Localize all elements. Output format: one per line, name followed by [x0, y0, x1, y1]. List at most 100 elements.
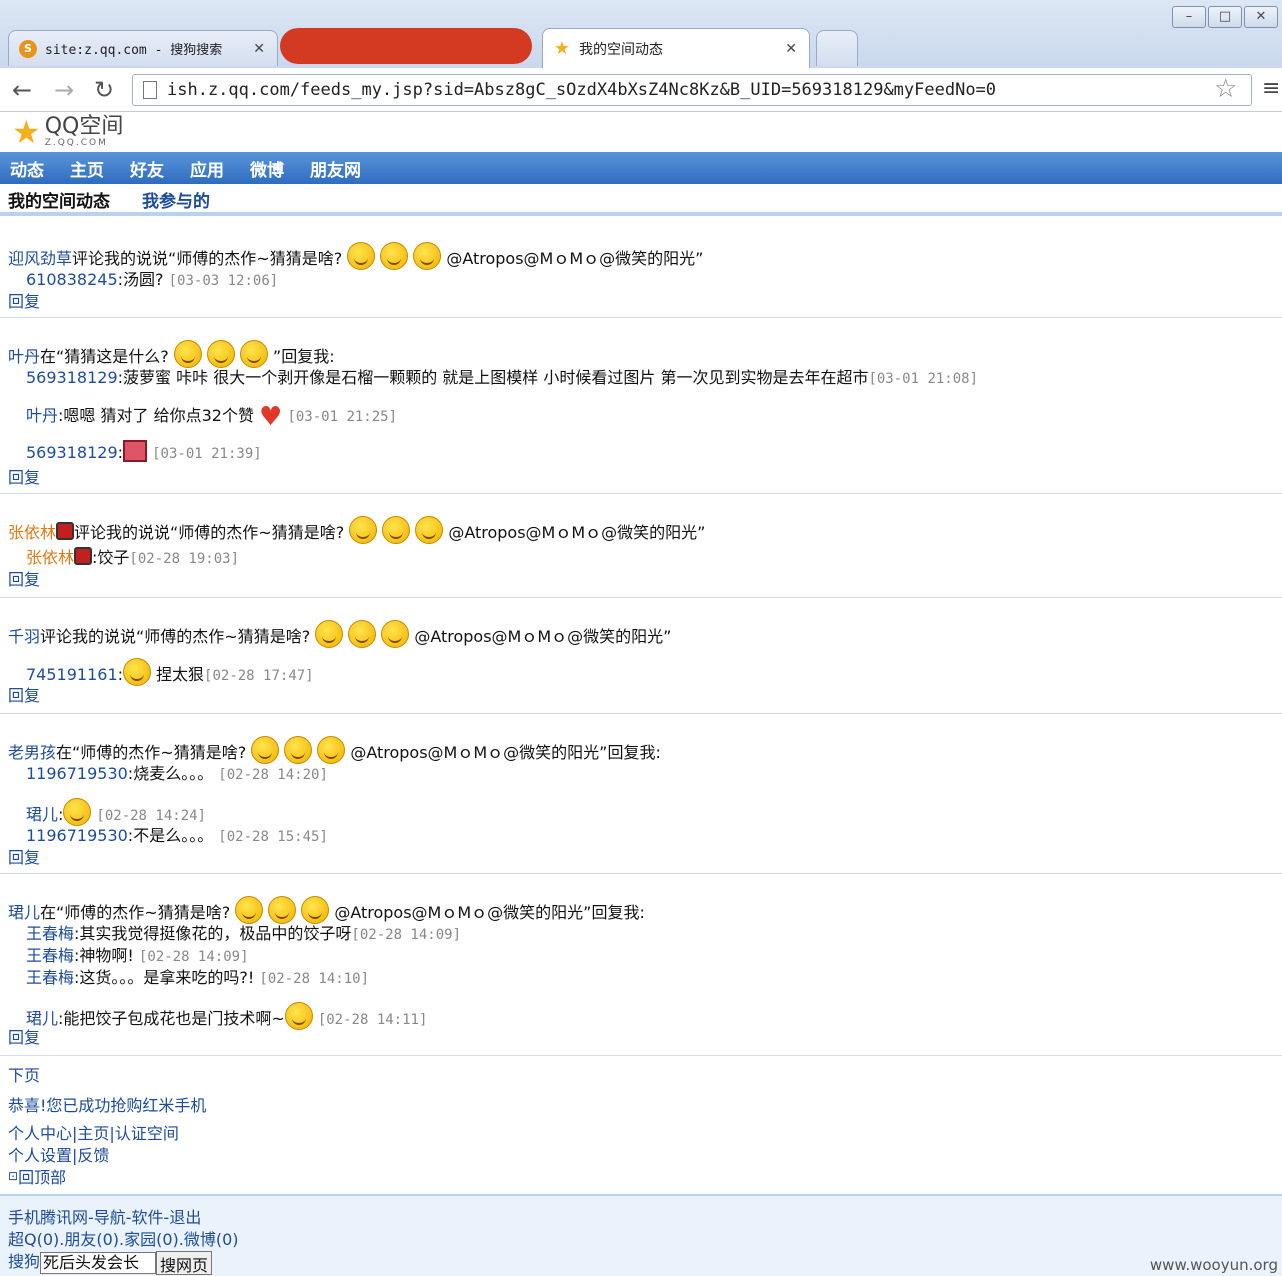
tab-my-feeds-current: 我的空间动态 — [8, 191, 110, 212]
reply-text: :这货。。。是拿来吃的吗?! — [74, 968, 255, 987]
next-page-link[interactable]: 下页 — [8, 1062, 40, 1086]
nav-apps[interactable]: 应用 — [190, 156, 224, 181]
reply-row: 569318129:菠萝蜜 咔咔 很大一个剥开像是石榴一颗颗的 就是上图模样 小… — [26, 364, 978, 388]
browser-toolbar: ← → ↻ ish.z.qq.com/feeds_my.jsp?sid=Absz… — [0, 68, 1282, 112]
reply-row: 569318129: [03-01 21:39] — [26, 440, 262, 462]
reply-user[interactable]: 1196719530 — [26, 764, 128, 783]
nav-pengyou[interactable]: 朋友网 — [310, 156, 361, 181]
reply-user[interactable]: 王春梅 — [26, 968, 74, 987]
address-bar[interactable]: ish.z.qq.com/feeds_my.jsp?sid=Absz8gC_sO… — [132, 74, 1252, 106]
reply-link[interactable]: 回复 — [8, 844, 40, 868]
feedback-link[interactable]: 反馈 — [77, 1146, 109, 1165]
reply-text: :其实我觉得挺像花的，极品中的饺子呀 — [74, 924, 352, 943]
reload-icon[interactable]: ↻ — [94, 76, 114, 104]
home-link[interactable]: 主页 — [77, 1124, 109, 1143]
bookmark-star-icon[interactable]: ☆ — [1214, 74, 1237, 104]
reply-user[interactable]: 569318129 — [26, 368, 118, 387]
menu-icon[interactable]: ≡ — [1262, 76, 1280, 101]
feed-tail: @Atropos@MｏMｏ@微笑的阳光” — [446, 249, 704, 268]
close-tab-icon[interactable]: ✕ — [785, 41, 797, 57]
reply-row: 王春梅:这货。。。是拿来吃的吗?! [02-28 14:10] — [26, 964, 369, 988]
reply-user[interactable]: 叶丹 — [26, 406, 58, 425]
page-icon — [143, 81, 157, 99]
reply-text: :汤圆? — [117, 270, 164, 289]
verified-space-link[interactable]: 认证空间 — [115, 1124, 179, 1143]
close-window-button[interactable]: ✕ — [1244, 6, 1278, 28]
forward-arrow-icon[interactable]: → — [54, 76, 74, 104]
reply-time: [02-28 14:20] — [218, 767, 328, 783]
browser-titlebar: – □ ✕ S site:z.qq.com - 搜狗搜索 ✕ ★ 我的空间动态 … — [0, 0, 1282, 70]
reply-row: 1196719530:烧麦么。。。 [02-28 14:20] — [26, 760, 328, 784]
back-arrow-icon[interactable]: ← — [12, 76, 32, 104]
pixel-rabbit-icon — [123, 440, 148, 462]
qzone-logo[interactable]: ★ QQ空间 Z.QQ.COM — [12, 113, 123, 151]
reply-row: 王春梅:其实我觉得挺像花的，极品中的饺子呀[02-28 14:09] — [26, 920, 461, 944]
user-badge-icon — [74, 547, 93, 565]
feed-user[interactable]: 张依林 — [8, 523, 56, 542]
search-button[interactable]: 搜网页 — [156, 1250, 213, 1275]
reply-link[interactable]: 回复 — [8, 288, 40, 312]
reply-link[interactable]: 回复 — [8, 566, 40, 590]
tab-label: 我的空间动态 — [579, 41, 663, 58]
reply-text: :神物啊! — [74, 946, 134, 965]
reply-user[interactable]: 张依林 — [26, 548, 74, 567]
reply-user[interactable]: 王春梅 — [26, 924, 74, 943]
personal-center-link[interactable]: 个人中心 — [8, 1124, 72, 1143]
reply-text: :烧麦么。。。 — [127, 764, 214, 783]
personal-settings-link[interactable]: 个人设置 — [8, 1146, 72, 1165]
nav-weibo[interactable]: 微博 — [250, 156, 284, 181]
reply-link[interactable]: 回复 — [8, 1024, 40, 1048]
tab-participated[interactable]: 我参与的 — [142, 187, 210, 212]
reply-row: 王春梅:神物啊! [02-28 14:09] — [26, 942, 249, 966]
main-nav: 动态 主页 好友 应用 微博 朋友网 — [0, 152, 1282, 184]
reply-row: 1196719530:不是么。。。 [02-28 15:45] — [26, 822, 328, 846]
reply-text: :能把饺子包成花也是门技术啊~ — [58, 1009, 285, 1028]
new-tab-button[interactable] — [816, 30, 858, 66]
back-to-top-link[interactable]: ⊡回顶部 — [8, 1164, 66, 1188]
feed-header: 千羽评论我的说说“师傅的杰作~猜猜是啥? @Atropos@MｏMｏ@微笑的阳光… — [8, 620, 671, 648]
reply-link[interactable]: 回复 — [8, 464, 40, 488]
redacted-tab — [280, 28, 532, 64]
nav-friends[interactable]: 好友 — [130, 156, 164, 181]
minimize-button[interactable]: – — [1172, 6, 1206, 28]
reply-time: [03-01 21:25] — [287, 409, 398, 425]
tab-sogou-search[interactable]: S site:z.qq.com - 搜狗搜索 ✕ — [8, 30, 278, 66]
reply-link[interactable]: 回复 — [8, 682, 40, 706]
logo-subtext: Z.QQ.COM — [44, 138, 108, 148]
nav-home[interactable]: 主页 — [70, 156, 104, 181]
window-controls: – □ ✕ — [1170, 6, 1278, 28]
feed-user[interactable]: 千羽 — [8, 627, 40, 646]
footer-nav[interactable]: 手机腾讯网-导航-软件-退出 — [8, 1204, 201, 1228]
reply-text: :菠萝蜜 咔咔 很大一个剥开像是石榴一颗颗的 就是上图模样 小时候看过图片 第一… — [117, 368, 869, 387]
search-input[interactable]: 死后头发会长 — [40, 1251, 157, 1274]
footer-band: 手机腾讯网-导航-软件-退出 超Q(0).朋友(0).家园(0).微博(0) 搜… — [0, 1194, 1282, 1276]
reply-time: [03-01 21:08] — [868, 371, 979, 387]
emoji-icon — [347, 242, 376, 270]
reply-time: [02-28 14:09] — [138, 949, 249, 965]
feed-item: 珺儿在“师傅的杰作~猜猜是啥? @Atropos@MｏMｏ@微笑的阳光”回复我:… — [0, 874, 1282, 1056]
reply-user[interactable]: 王春梅 — [26, 946, 74, 965]
emoji-icon — [349, 516, 378, 544]
reply-row: 610838245:汤圆? [03-03 12:06] — [26, 266, 278, 290]
promo-link[interactable]: 恭喜!您已成功抢购红米手机 — [8, 1092, 206, 1116]
footer-search: 搜狗 死后头发会长 搜网页 — [8, 1248, 213, 1275]
tab-my-feeds[interactable]: ★ 我的空间动态 ✕ — [542, 28, 810, 68]
back-top-label: 回顶部 — [18, 1168, 67, 1187]
feed-text: 评论我的说说“师傅的杰作~猜猜是啥? — [40, 627, 311, 646]
sogou-icon: S — [19, 39, 37, 58]
reply-time: [02-28 15:45] — [218, 829, 328, 845]
footer-counts[interactable]: 超Q(0).朋友(0).家园(0).微博(0) — [8, 1226, 239, 1250]
feed-item: 张依林 评论我的说说“师傅的杰作~猜猜是啥? @Atropos@MｏMｏ@微笑的阳… — [0, 494, 1282, 598]
emoji-icon — [315, 620, 344, 648]
reply-row: 珺儿:能把饺子包成花也是门技术啊~ [02-28 14:11] — [26, 1002, 427, 1030]
close-tab-icon[interactable]: ✕ — [253, 41, 265, 57]
url-text: ish.z.qq.com/feeds_my.jsp?sid=Absz8gC_sO… — [167, 80, 997, 100]
maximize-button[interactable]: □ — [1208, 6, 1242, 28]
reply-user[interactable]: 1196719530 — [26, 826, 128, 845]
reply-row: 745191161: 捏太狠[02-28 17:47] — [26, 658, 314, 686]
reply-user[interactable]: 569318129 — [26, 443, 118, 462]
emoji-icon — [380, 242, 409, 270]
nav-feeds[interactable]: 动态 — [10, 156, 44, 181]
reply-user[interactable]: 610838245 — [26, 270, 118, 289]
logo-star-icon: ★ — [12, 113, 41, 151]
